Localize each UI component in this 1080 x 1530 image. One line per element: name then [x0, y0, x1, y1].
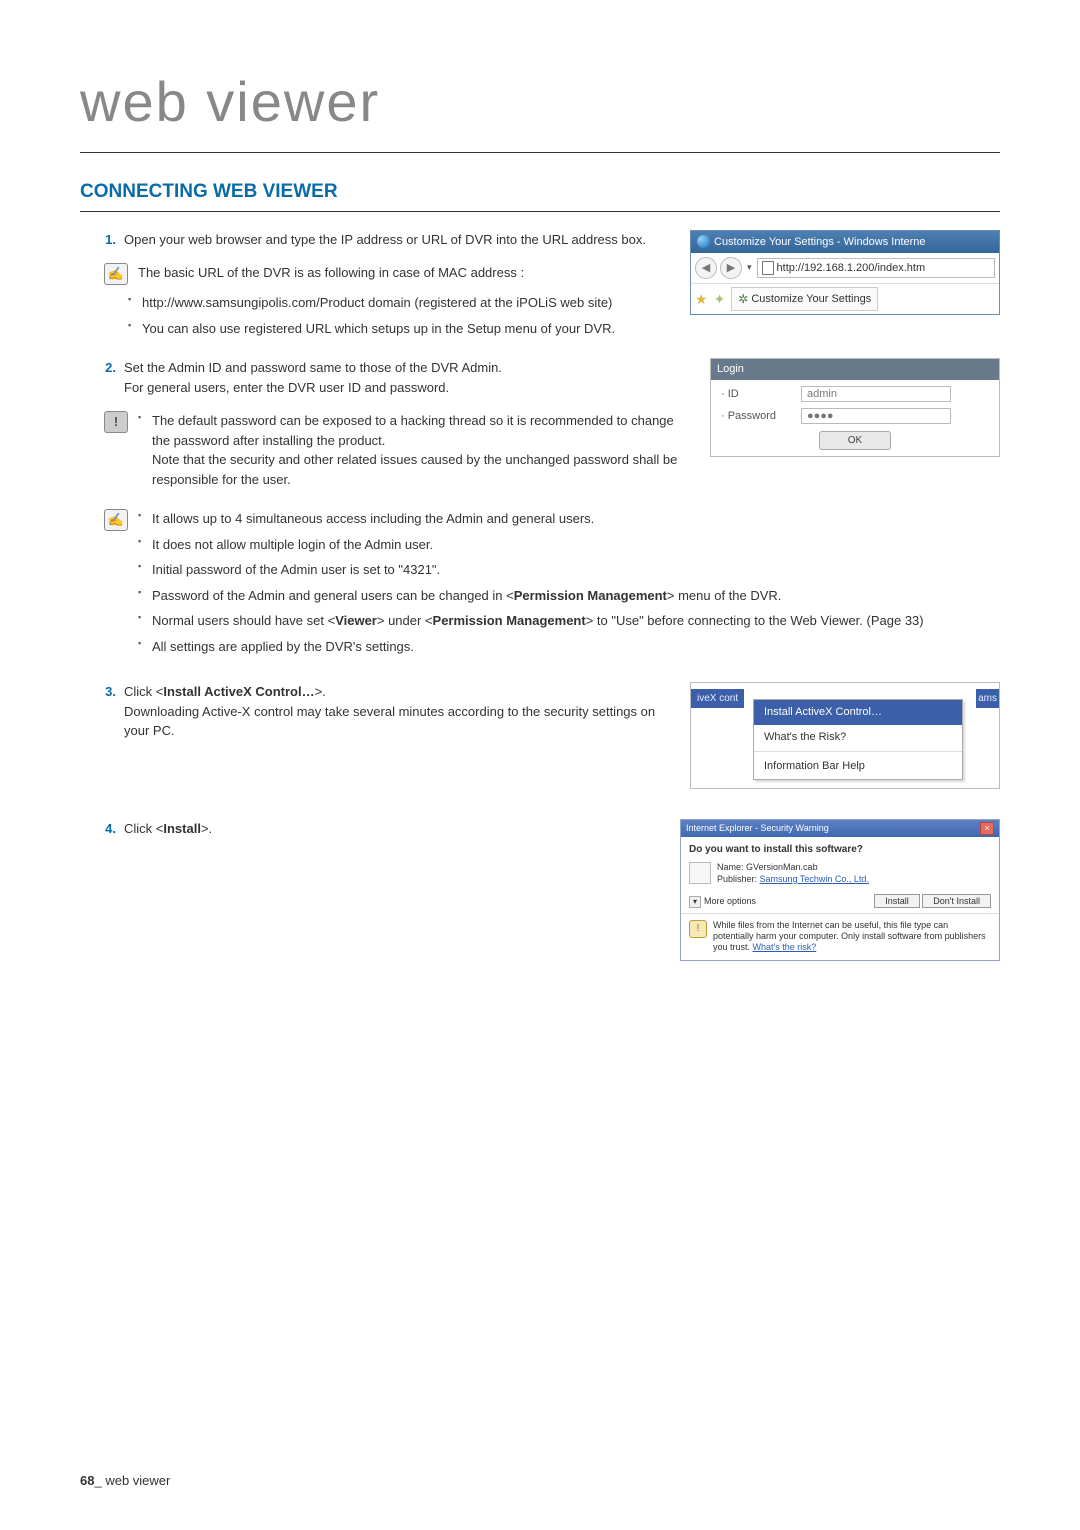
install-button[interactable]: Install: [874, 894, 920, 908]
id-label: · ID: [721, 386, 801, 403]
name-label: Name:: [717, 862, 744, 872]
warning-icon: !: [104, 411, 128, 433]
step3-line1a: Click <: [124, 684, 163, 699]
activex-install-item[interactable]: Install ActiveX Control…: [754, 700, 962, 725]
browser-titlebar: Customize Your Settings - Windows Intern…: [691, 231, 999, 254]
page-footer: 68_ web viewer: [80, 1471, 170, 1491]
step3-line1b: >.: [315, 684, 326, 699]
step3-bold: Install ActiveX Control…: [163, 684, 314, 699]
activex-behind-right: ams: [976, 689, 999, 708]
note2-item: All settings are applied by the DVR's se…: [138, 637, 1000, 657]
note1-item: http://www.samsungipolis.com/Product dom…: [128, 293, 1000, 313]
id-input[interactable]: [801, 386, 951, 402]
address-bar[interactable]: http://192.168.1.200/index.htm: [757, 258, 995, 279]
activex-menu: Install ActiveX Control… What's the Risk…: [753, 699, 963, 780]
step4-num: 4.: [105, 821, 116, 836]
activex-infobar-item[interactable]: Information Bar Help: [754, 754, 962, 779]
activex-popup: iveX cont ams Install ActiveX Control… W…: [690, 682, 1000, 789]
note2-item: Initial password of the Admin user is se…: [138, 560, 1000, 580]
close-button[interactable]: ×: [980, 822, 994, 835]
step3-num: 3.: [105, 684, 116, 699]
page-icon: [762, 261, 774, 275]
publisher-link[interactable]: Samsung Techwin Co., Ltd.: [760, 874, 869, 884]
login-box: Login · ID · Password OK: [710, 358, 1000, 457]
page-title: web viewer: [80, 60, 1000, 153]
note1-item: You can also use registered URL which se…: [128, 319, 1000, 339]
nav-dropdown[interactable]: ▾: [747, 261, 752, 275]
ok-button[interactable]: OK: [819, 431, 891, 450]
dont-install-button[interactable]: Don't Install: [922, 894, 991, 908]
note2-item: Normal users should have set <Viewer> un…: [138, 611, 1000, 631]
step1-text: Open your web browser and type the IP ad…: [124, 230, 670, 250]
more-options-label[interactable]: More options: [704, 895, 756, 909]
step2-line2: For general users, enter the DVR user ID…: [124, 380, 449, 395]
note2-item: Password of the Admin and general users …: [138, 586, 1000, 606]
step1-num: 1.: [105, 232, 116, 247]
section-heading: CONNECTING WEB VIEWER: [80, 178, 1000, 212]
whats-risk-link[interactable]: What's the risk?: [753, 942, 817, 952]
back-button[interactable]: ◀: [695, 257, 717, 279]
step4-text-a: Click <: [124, 821, 163, 836]
step3-line2: Downloading Active-X control may take se…: [124, 704, 655, 739]
name-value: GVersionMan.cab: [746, 862, 818, 872]
note-icon: ✍: [104, 263, 128, 285]
security-warning-dialog: Internet Explorer - Security Warning × D…: [680, 819, 1000, 961]
password-input[interactable]: [801, 408, 951, 424]
activex-risk-item[interactable]: What's the Risk?: [754, 725, 962, 750]
activex-behind-left: iveX cont: [691, 689, 744, 708]
security-question: Do you want to install this software?: [681, 837, 999, 862]
note2-item: It allows up to 4 simultaneous access in…: [138, 509, 1000, 529]
login-header: Login: [711, 359, 999, 380]
ie-icon: [697, 235, 710, 248]
security-warning-text: While files from the Internet can be use…: [713, 920, 991, 954]
note-icon: ✍: [104, 509, 128, 531]
more-options-toggle[interactable]: ▾: [689, 896, 701, 908]
step4-bold: Install: [163, 821, 201, 836]
note1-intro: The basic URL of the DVR is as following…: [138, 263, 670, 283]
warn2-text: The default password can be exposed to a…: [138, 411, 690, 489]
url-text: http://192.168.1.200/index.htm: [777, 260, 926, 277]
step4-text-b: >.: [201, 821, 212, 836]
step2-num: 2.: [105, 360, 116, 375]
page-number: 68: [80, 1473, 94, 1488]
password-label: · Password: [721, 408, 801, 425]
note2-item: It does not allow multiple login of the …: [138, 535, 1000, 555]
browser-title: Customize Your Settings - Windows Intern…: [714, 234, 926, 251]
file-icon: [689, 862, 711, 884]
security-title: Internet Explorer - Security Warning: [686, 822, 829, 836]
shield-icon: !: [689, 920, 707, 938]
step2-line1: Set the Admin ID and password same to th…: [124, 360, 502, 375]
footer-label: web viewer: [105, 1473, 170, 1488]
forward-button[interactable]: ▶: [720, 257, 742, 279]
publisher-label: Publisher:: [717, 874, 757, 884]
